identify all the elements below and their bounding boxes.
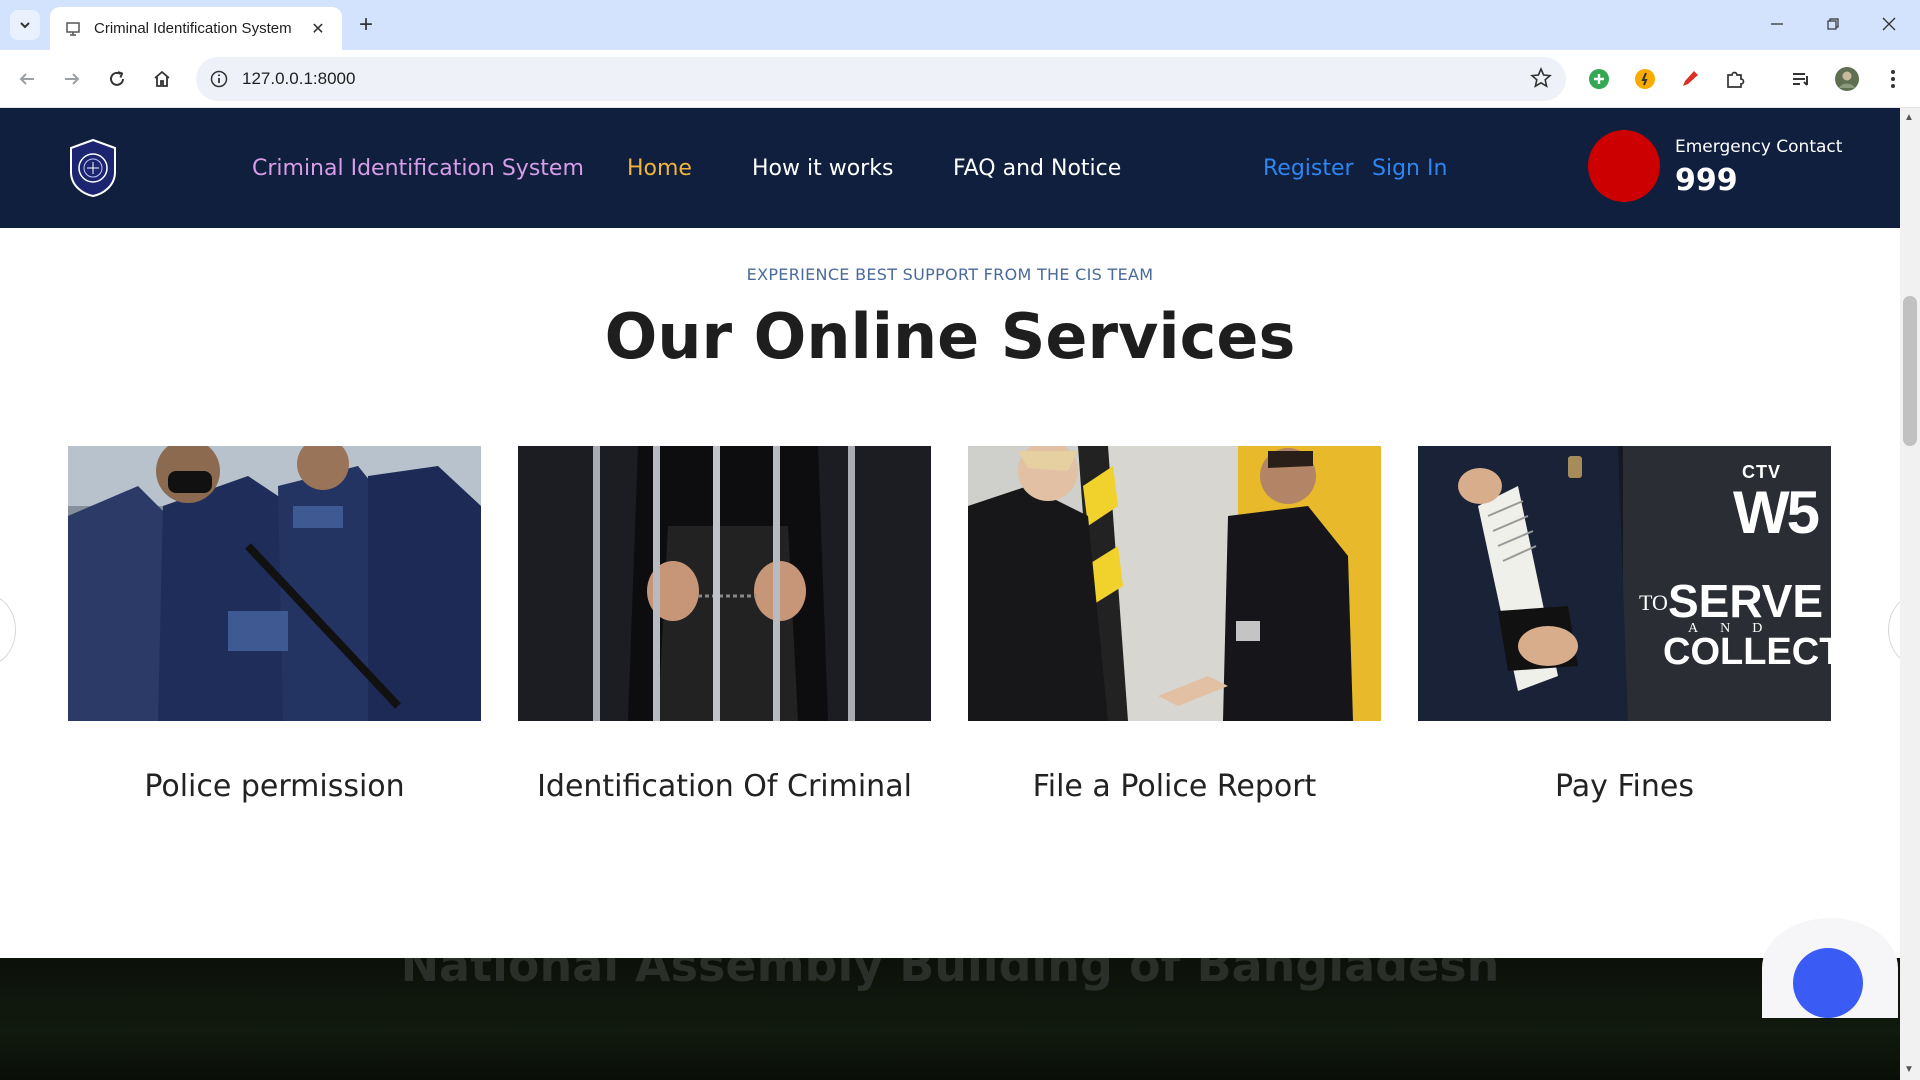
service-title[interactable]: Pay Fines [1418,769,1831,804]
close-window-button[interactable] [1866,8,1912,40]
site-favicon-icon [64,20,82,38]
nav-how-it-works[interactable]: How it works [752,156,893,181]
reload-button[interactable] [100,62,134,96]
chevron-down-icon [20,22,30,29]
url-text: 127.0.0.1:8000 [242,69,356,88]
back-button[interactable] [10,62,44,96]
address-bar[interactable]: 127.0.0.1:8000 [196,57,1566,101]
reload-icon [110,71,124,86]
page-scrollbar[interactable] [1900,108,1920,1080]
arrow-right-icon [65,73,80,85]
service-card-file-report[interactable]: File a Police Report [968,446,1381,804]
tab-title: Criminal Identification System [94,20,292,37]
site-info-icon[interactable] [210,70,228,88]
brand-link[interactable]: Criminal Identification System [252,156,584,181]
reading-list-icon[interactable] [1786,64,1816,94]
browser-toolbar: 127.0.0.1:8000 [0,50,1920,108]
site-header: Criminal Identification System Home How … [0,108,1900,228]
police-badge-logo[interactable] [67,138,119,198]
tab-search-button[interactable] [10,10,40,40]
register-link[interactable]: Register [1263,156,1354,181]
to-text: TO [1639,590,1668,615]
scroll-up-arrow-icon[interactable]: ▲ [1904,112,1914,123]
minimize-button[interactable] [1754,8,1800,40]
arrow-left-icon [19,73,34,85]
collect-text: COLLECT [1663,631,1831,673]
carousel-prev-button[interactable] [0,594,16,666]
bookmark-star-icon[interactable] [1530,66,1552,94]
tab-close-icon[interactable]: ✕ [308,19,328,39]
extension-green-icon[interactable] [1584,64,1614,94]
prison-bars-image[interactable] [518,446,931,721]
scrollbar-thumb[interactable] [1903,296,1917,446]
service-title[interactable]: Police permission [68,769,481,804]
nav-faq-notice[interactable]: FAQ and Notice [953,156,1121,181]
emergency-label: Emergency Contact [1675,137,1843,157]
police-officers-image[interactable] [68,446,481,721]
bottom-banner: National Assembly Building of Bangladesh [0,958,1900,1080]
floating-action-button[interactable] [1793,948,1863,1018]
browser-menu-icon[interactable] [1878,64,1908,94]
section-title: Our Online Services [604,300,1296,373]
service-card-pay-fines[interactable]: CTV W5 TO SERVE AND COLLECT Pay Fines [1418,446,1831,804]
nav-home[interactable]: Home [627,156,692,181]
forward-button[interactable] [55,62,89,96]
emergency-number[interactable]: 999 [1675,163,1738,198]
home-icon [154,70,170,87]
filing-report-image[interactable] [968,446,1381,721]
service-card-identification[interactable]: Identification Of Criminal [518,446,931,804]
extension-yellow-icon[interactable] [1630,64,1660,94]
restore-icon [1827,18,1839,30]
serve-text: SERVE [1668,575,1824,627]
home-button[interactable] [145,62,179,96]
banner-heading: National Assembly Building of Bangladesh [400,958,1500,992]
service-title[interactable]: File a Police Report [968,769,1381,804]
extensions-puzzle-icon[interactable] [1720,64,1750,94]
close-icon [1882,17,1896,31]
w5-logo-text: W5 [1733,479,1820,546]
restore-button[interactable] [1810,8,1856,40]
minimize-icon [1771,23,1783,25]
service-title[interactable]: Identification Of Criminal [518,769,931,804]
browser-tab-bar: Criminal Identification System ✕ + [0,0,1920,50]
emergency-icon [1588,130,1660,202]
service-card-police-permission[interactable]: Police permission [68,446,481,804]
section-eyebrow: EXPERIENCE BEST SUPPORT FROM THE CIS TEA… [746,265,1154,284]
pay-fines-image[interactable]: CTV W5 TO SERVE AND COLLECT [1418,446,1831,721]
extension-pen-icon[interactable] [1675,64,1705,94]
sign-in-link[interactable]: Sign In [1372,156,1447,181]
new-tab-button[interactable]: + [352,11,380,39]
scroll-down-arrow-icon[interactable]: ▼ [1904,1064,1914,1075]
browser-tab[interactable]: Criminal Identification System ✕ [50,7,342,50]
profile-avatar[interactable] [1832,64,1862,94]
